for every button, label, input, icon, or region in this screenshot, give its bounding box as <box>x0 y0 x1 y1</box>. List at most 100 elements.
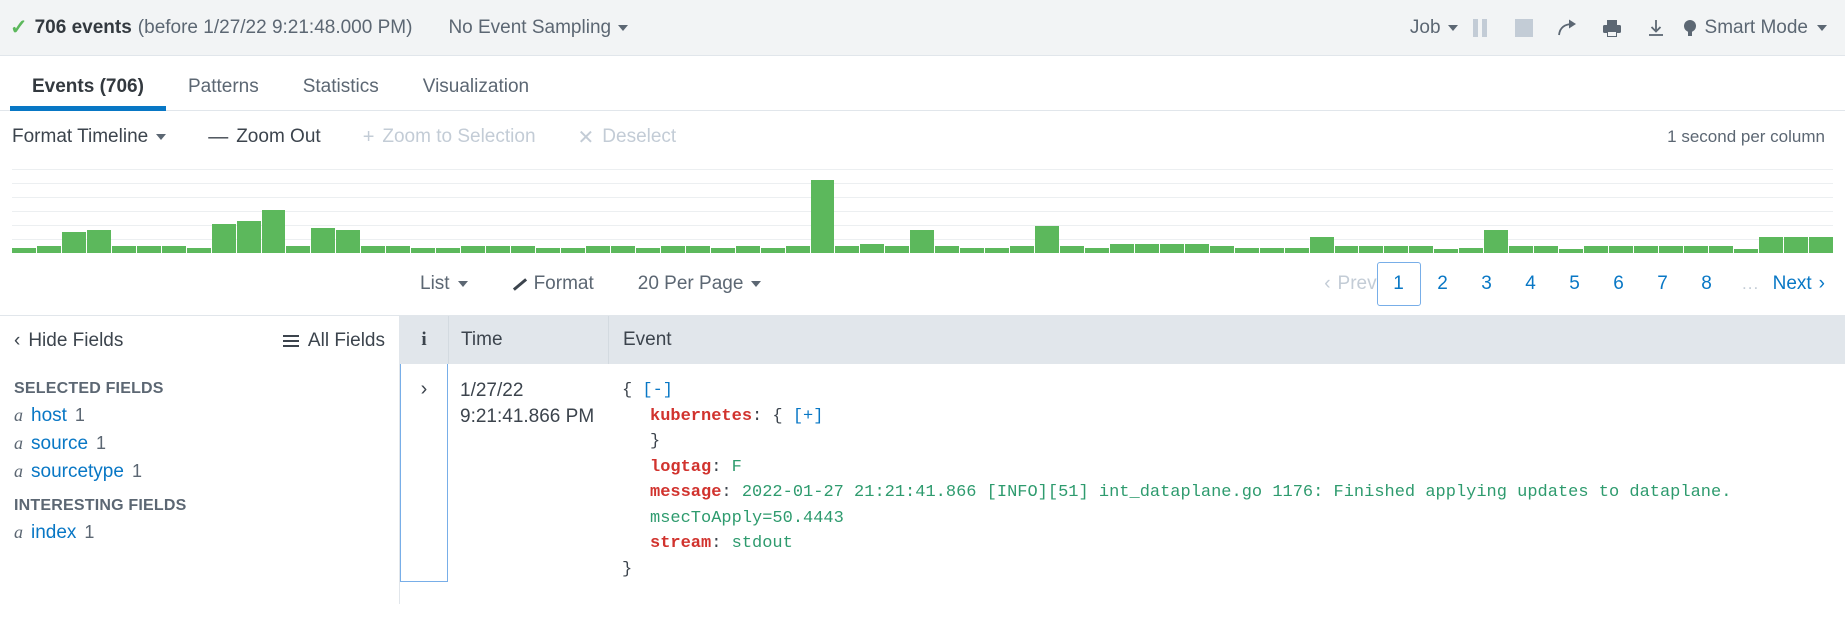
timeline-bar[interactable] <box>1658 245 1683 253</box>
timeline-bar[interactable] <box>760 247 785 253</box>
timeline-bar[interactable] <box>111 245 136 253</box>
timeline-bar[interactable] <box>1633 245 1658 253</box>
sidebar-field-source[interactable]: a source 1 <box>14 433 385 455</box>
timeline-bar[interactable] <box>960 247 985 253</box>
timeline-bar[interactable] <box>735 245 760 253</box>
timeline-bar[interactable] <box>1758 236 1783 253</box>
pagination-page-6[interactable]: 6 <box>1597 262 1641 306</box>
timeline-bar[interactable] <box>1159 244 1184 253</box>
timeline-bar[interactable] <box>1010 245 1035 253</box>
timeline-bar[interactable] <box>511 245 536 253</box>
timeline-bar[interactable] <box>1783 236 1808 253</box>
timeline-bar[interactable] <box>261 210 286 253</box>
timeline-bar[interactable] <box>785 245 810 253</box>
timeline-bar[interactable] <box>536 247 560 253</box>
timeline-bar[interactable] <box>1334 245 1359 253</box>
tab-statistics[interactable]: Statistics <box>281 77 401 110</box>
timeline-bar[interactable] <box>1384 245 1409 253</box>
timeline-bar[interactable] <box>1184 244 1209 253</box>
pagination-page-2[interactable]: 2 <box>1421 262 1465 306</box>
timeline-bar[interactable] <box>935 245 960 253</box>
column-header-time[interactable]: Time <box>448 316 608 364</box>
timeline-bar[interactable] <box>1708 245 1733 253</box>
zoom-to-selection-button[interactable]: + Zoom to Selection <box>363 126 536 149</box>
timeline-bar[interactable] <box>985 247 1010 253</box>
timeline-bar[interactable] <box>236 220 261 253</box>
tab-events[interactable]: Events (706) <box>10 77 166 111</box>
format-results-button[interactable]: Format <box>512 273 594 295</box>
export-button[interactable] <box>1634 11 1678 45</box>
timeline-bar[interactable] <box>12 247 36 253</box>
timeline-bar[interactable] <box>1534 245 1559 253</box>
deselect-button[interactable]: ✕ Deselect <box>578 125 677 150</box>
timeline-bar[interactable] <box>1284 247 1309 253</box>
timeline-bar[interactable] <box>1509 245 1534 253</box>
timeline-bar[interactable] <box>1084 247 1109 253</box>
row-expand-cell[interactable]: › <box>400 364 448 582</box>
timeline-bar[interactable] <box>386 245 411 253</box>
timeline-bar[interactable] <box>1733 249 1758 253</box>
timeline-bar[interactable] <box>486 245 511 253</box>
column-header-info[interactable]: i <box>400 316 448 364</box>
event-json-toggle[interactable]: [-] <box>642 381 673 400</box>
timeline-bar[interactable] <box>610 245 635 253</box>
pagination-prev[interactable]: ‹ Prev <box>1324 262 1376 306</box>
share-button[interactable] <box>1546 11 1590 45</box>
pagination-next[interactable]: Next › <box>1773 262 1825 306</box>
pagination-page-5[interactable]: 5 <box>1553 262 1597 306</box>
timeline-bar[interactable] <box>86 229 111 253</box>
timeline-bar[interactable] <box>835 245 860 253</box>
timeline-bar[interactable] <box>1359 245 1384 253</box>
timeline-bar[interactable] <box>1434 249 1459 253</box>
print-button[interactable] <box>1590 11 1634 45</box>
per-page-dropdown[interactable]: 20 Per Page <box>638 273 762 295</box>
tab-visualization[interactable]: Visualization <box>401 77 551 110</box>
timeline-bar[interactable] <box>61 231 86 253</box>
row-event-cell[interactable]: { [-] kubernetes: { [+]} logtag: Fmessage:… <box>608 364 1845 582</box>
event-json-key[interactable]: message <box>650 483 721 502</box>
timeline-bar[interactable] <box>286 245 311 253</box>
hide-fields-button[interactable]: ‹ Hide Fields <box>14 330 123 352</box>
timeline-bar[interactable] <box>1060 245 1084 253</box>
timeline-bar[interactable] <box>810 179 835 253</box>
event-json-key[interactable]: kubernetes <box>650 407 752 426</box>
timeline-bar[interactable] <box>560 247 585 253</box>
timeline-bar[interactable] <box>436 247 461 253</box>
timeline-bar[interactable] <box>1808 236 1833 253</box>
timeline-bar[interactable] <box>1234 247 1259 253</box>
timeline-bar[interactable] <box>1259 247 1284 253</box>
timeline-bar[interactable] <box>1134 244 1159 253</box>
timeline-bar[interactable] <box>211 224 236 253</box>
job-dropdown[interactable]: Job <box>1410 17 1458 39</box>
timeline-bar[interactable] <box>1209 245 1234 253</box>
timeline-bar[interactable] <box>885 245 910 253</box>
sidebar-field-host[interactable]: a host 1 <box>14 405 385 427</box>
zoom-out-button[interactable]: — Zoom Out <box>208 126 320 149</box>
timeline-bar[interactable] <box>660 245 685 253</box>
pagination-page-7[interactable]: 7 <box>1641 262 1685 306</box>
timeline-bar[interactable] <box>461 245 486 253</box>
timeline-bar[interactable] <box>336 229 361 253</box>
timeline-bar[interactable] <box>1559 249 1584 253</box>
timeline-bar[interactable] <box>186 247 211 253</box>
timeline-bar[interactable] <box>1409 245 1434 253</box>
events-timeline-chart[interactable] <box>12 163 1833 253</box>
timeline-bar[interactable] <box>710 247 735 253</box>
timeline-bar[interactable] <box>361 245 386 253</box>
timeline-bar[interactable] <box>136 245 161 253</box>
timeline-bar[interactable] <box>1584 245 1608 253</box>
timeline-bar[interactable] <box>36 245 61 253</box>
stop-button[interactable] <box>1502 11 1546 45</box>
tab-patterns[interactable]: Patterns <box>166 77 281 110</box>
timeline-bar[interactable] <box>1609 245 1633 253</box>
smart-mode-dropdown[interactable]: Smart Mode <box>1683 17 1827 39</box>
timeline-bar[interactable] <box>585 245 610 253</box>
timeline-bar[interactable] <box>1484 229 1509 253</box>
event-sampling-dropdown[interactable]: No Event Sampling <box>448 17 629 39</box>
timeline-bar[interactable] <box>685 245 710 253</box>
all-fields-button[interactable]: All Fields <box>282 330 385 352</box>
timeline-bar[interactable] <box>910 229 935 253</box>
view-mode-dropdown[interactable]: List <box>420 273 468 295</box>
event-json-key[interactable]: logtag <box>650 458 711 477</box>
event-json-toggle[interactable]: [+] <box>793 407 824 426</box>
